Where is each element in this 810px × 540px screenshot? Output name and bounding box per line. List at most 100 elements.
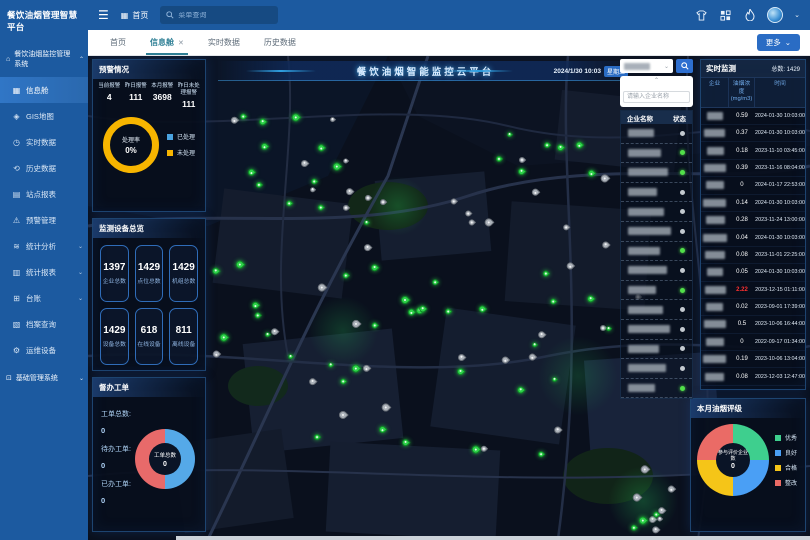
flame-icon[interactable]	[743, 9, 756, 22]
redacted-company-name	[701, 112, 729, 120]
redacted-company-name	[628, 384, 655, 392]
company-name-input[interactable]	[623, 91, 690, 103]
device-stat-card-1[interactable]: 1397企业总数	[100, 245, 129, 302]
sidebar-item-10[interactable]: ▧档案查询	[0, 311, 88, 337]
realtime-row[interactable]: 02024-01-17 22:53:00	[701, 177, 805, 194]
realtime-row[interactable]: 0.082023-11-01 22:25:00	[701, 247, 805, 264]
status-dot-offline	[680, 346, 685, 351]
realtime-row[interactable]: 0.042024-01-30 10:03:00	[701, 229, 805, 246]
redacted-company-name	[628, 306, 663, 314]
tab-3[interactable]: 实时数据	[196, 30, 252, 55]
realtime-row[interactable]: 0.592024-01-30 10:03:00	[701, 108, 805, 125]
nav-home-link[interactable]: ▦ 首页	[121, 10, 149, 21]
company-row[interactable]	[621, 300, 692, 320]
company-row[interactable]	[621, 202, 692, 222]
chevron-down-icon[interactable]: ⌄	[794, 11, 800, 19]
company-row[interactable]	[621, 163, 692, 183]
device-stat-value: 1429	[103, 325, 125, 336]
sidebar-item-2[interactable]: ◈GIS地图	[0, 103, 88, 129]
sidebar-item-label: 实时数据	[26, 137, 56, 148]
realtime-row[interactable]: 0.282023-11-24 13:00:00	[701, 212, 805, 229]
tab-label: 信息舱	[150, 37, 174, 48]
legend-label: 未处理	[177, 148, 195, 157]
sidebar-item-label: 档案查询	[26, 319, 56, 330]
collapse-caret[interactable]: ⌃	[623, 78, 690, 85]
menu-search-box[interactable]	[160, 6, 278, 24]
workorder-panel: 督办工单 工单总数:0待办工单:0已办工单:0 工单总数 0	[92, 377, 206, 532]
redacted-chip	[705, 251, 725, 259]
device-stat-card-2[interactable]: 1429点位总数	[135, 245, 164, 302]
company-row[interactable]	[621, 281, 692, 301]
sidebar-item-1[interactable]: ▦信息舱	[0, 77, 88, 103]
company-row[interactable]	[621, 340, 692, 360]
apps-icon[interactable]	[719, 9, 732, 22]
device-stat-card-4[interactable]: 1429设备总数	[100, 308, 129, 365]
menu-search-input[interactable]	[178, 12, 272, 19]
company-row[interactable]	[621, 242, 692, 262]
sidebar-item-5[interactable]: ▤站点报表	[0, 181, 88, 207]
redacted-chip	[704, 129, 725, 137]
redacted-company-name	[701, 181, 729, 189]
company-row[interactable]	[621, 379, 692, 399]
realtime-row[interactable]: 0.392023-11-16 08:04:00	[701, 160, 805, 177]
redacted-chip	[706, 338, 724, 346]
theme-icon[interactable]	[695, 9, 708, 22]
realtime-row[interactable]: 0.52023-10-06 16:44:00	[701, 316, 805, 333]
status-dot-offline	[680, 209, 685, 214]
more-button[interactable]: 更多 ⌄	[757, 34, 800, 51]
realtime-row[interactable]: 0.192023-10-06 13:04:00	[701, 351, 805, 368]
hamburger-menu-icon[interactable]: ☰	[98, 9, 109, 21]
horizontal-scrollbar[interactable]	[176, 536, 810, 540]
realtime-row[interactable]: 2.222023-12-15 01:11:00	[701, 282, 805, 299]
sidebar-item-11[interactable]: ⚙运维设备	[0, 337, 88, 363]
sidebar-item-8[interactable]: ▥统计报表⌄	[0, 259, 88, 285]
company-row[interactable]	[621, 183, 692, 203]
sidebar-item-7[interactable]: ≋统计分析⌄	[0, 233, 88, 259]
donut-center-value: 0%	[125, 146, 137, 155]
tab-2[interactable]: 信息舱 ✕	[138, 30, 196, 55]
company-row[interactable]	[621, 320, 692, 340]
company-row[interactable]	[621, 222, 692, 242]
close-icon[interactable]: ✕	[178, 39, 184, 47]
gis-map-icon: ◈	[12, 112, 21, 121]
realtime-row[interactable]: 0.142024-01-30 10:03:00	[701, 195, 805, 212]
realtime-row[interactable]: 0.372024-01-30 10:03:00	[701, 125, 805, 142]
reading-time: 2023-11-01 22:25:00	[755, 252, 805, 258]
user-avatar[interactable]	[767, 7, 783, 23]
company-name-header: 企业名称	[627, 113, 653, 123]
sidebar-group-monitoring[interactable]: ⌂ 餐饮油烟监控管理系统 ⌃	[0, 43, 88, 77]
status-dot-online	[680, 150, 685, 155]
company-row[interactable]	[621, 359, 692, 379]
tab-1[interactable]: 首页	[98, 30, 138, 55]
area-select[interactable]: ⌄	[620, 59, 673, 73]
device-stat-card-5[interactable]: 618在线设备	[135, 308, 164, 365]
realtime-row[interactable]: 0.052024-01-30 10:03:00	[701, 264, 805, 281]
search-icon	[681, 62, 689, 70]
realtime-row[interactable]: 0.022023-09-01 17:39:00	[701, 299, 805, 316]
concentration-value: 0	[729, 182, 755, 188]
donut-center-label: 参与评价企业数	[716, 450, 750, 462]
realtime-row[interactable]: 0.082023-12-03 12:47:00	[701, 368, 805, 385]
sidebar-item-3[interactable]: ◷实时数据	[0, 129, 88, 155]
sidebar-item-6[interactable]: ⚠预警管理	[0, 207, 88, 233]
realtime-row[interactable]: 02022-09-17 01:34:00	[701, 334, 805, 351]
workorder-donut: 工单总数 0	[135, 429, 195, 489]
status-dot-offline	[680, 327, 685, 332]
sidebar-item-9[interactable]: ⊞台账⌄	[0, 285, 88, 311]
status-dot-offline	[680, 268, 685, 273]
sidebar-group-base-system[interactable]: ⊡ 基础管理系统 ⌄	[0, 367, 88, 391]
device-stat-value: 1429	[138, 262, 160, 273]
redacted-company-name	[701, 234, 729, 242]
alarm-stat-value: 111	[176, 99, 203, 109]
company-row[interactable]	[621, 261, 692, 281]
company-row[interactable]	[621, 144, 692, 164]
company-row[interactable]	[621, 124, 692, 144]
device-stat-card-3[interactable]: 1429机组总数	[169, 245, 198, 302]
tab-bar: 首页 信息舱 ✕ 实时数据历史数据 更多 ⌄	[88, 30, 810, 56]
tab-4[interactable]: 历史数据	[252, 30, 308, 55]
realtime-row[interactable]: 0.182023-11-10 03:45:00	[701, 142, 805, 159]
device-stat-card-6[interactable]: 811离线设备	[169, 308, 198, 365]
legend-item: 优秀	[775, 433, 797, 442]
search-button[interactable]	[676, 59, 693, 73]
sidebar-item-4[interactable]: ⟲历史数据	[0, 155, 88, 181]
